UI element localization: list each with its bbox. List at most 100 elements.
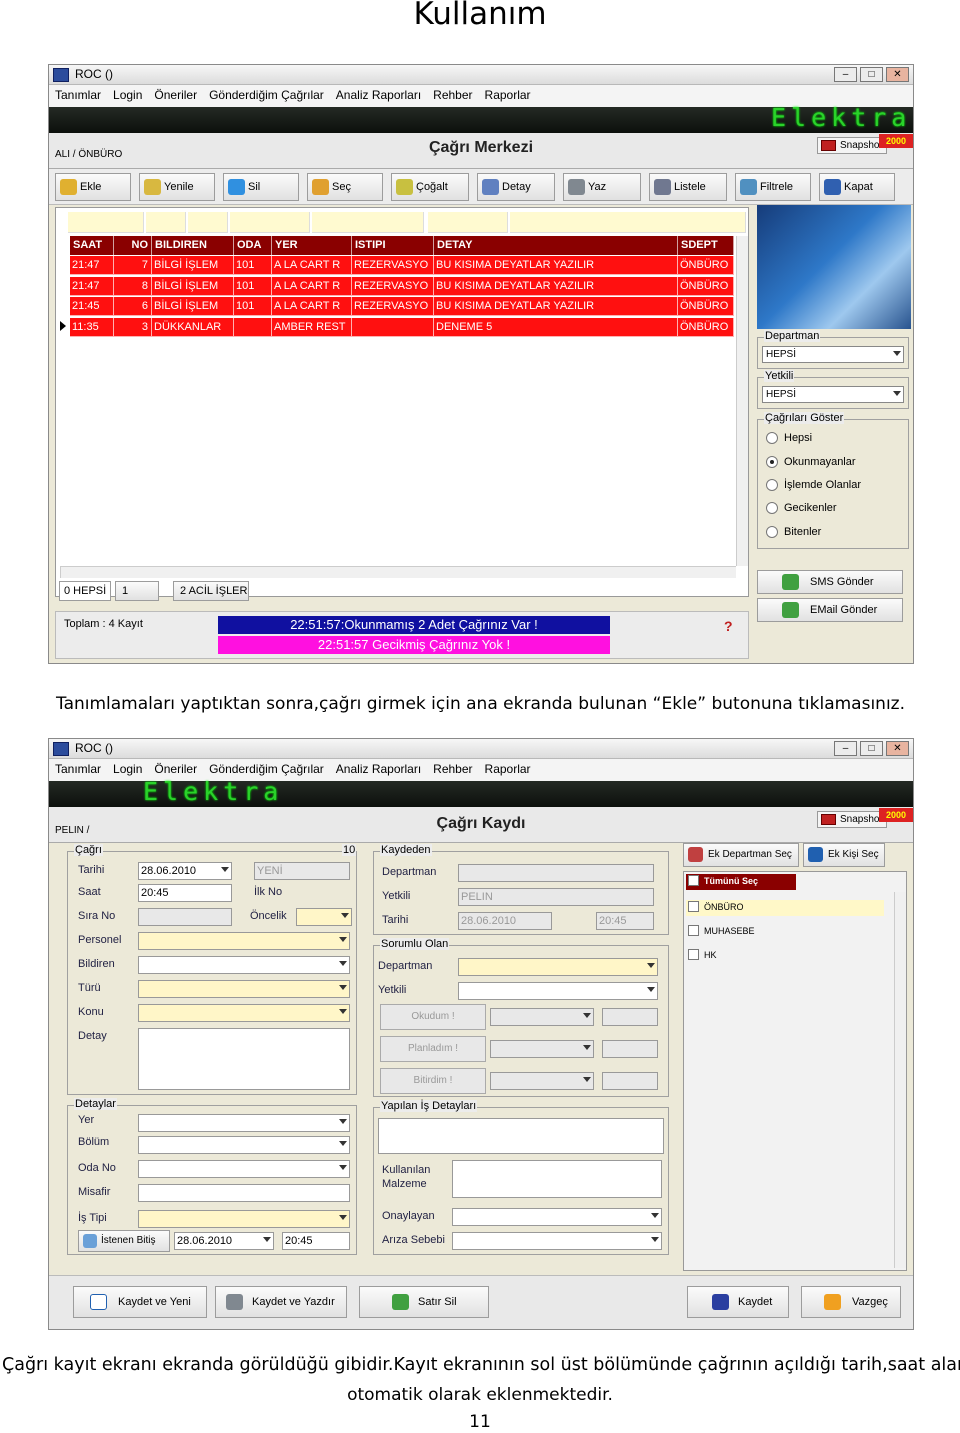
yaz-button[interactable]: Yaz — [563, 173, 641, 201]
menu-item-gonderdigim[interactable]: Gönderdiğim Çağrılar — [203, 759, 330, 779]
oncelik-select[interactable] — [296, 908, 352, 926]
call-grid[interactable]: SAAT NO BILDIREN ODA YER ISTIPI DETAY SD… — [55, 207, 749, 597]
sorumlu-yetkili-select[interactable] — [458, 982, 658, 1000]
filter-cell[interactable] — [510, 212, 746, 233]
is-tipi-select[interactable] — [138, 1210, 350, 1228]
grid-cell[interactable]: 3 — [114, 317, 152, 337]
grid-cell[interactable]: 101 — [234, 297, 272, 316]
snapshot-button[interactable]: Snapshot — [817, 137, 888, 154]
listele-button[interactable]: Listele — [649, 173, 727, 201]
istenen-saat-field[interactable]: 20:45 — [282, 1232, 350, 1250]
radio-gecikenler[interactable]: Gecikenler — [766, 502, 837, 514]
ek-departman-sec-button[interactable]: Ek Departman Seç — [683, 843, 799, 867]
col-header-detay[interactable]: DETAY — [434, 236, 678, 255]
grid-cell[interactable]: A LA CART R — [272, 256, 352, 275]
menu-item-gonderdigim[interactable]: Gönderdiğim Çağrılar — [203, 85, 330, 105]
yer-select[interactable] — [138, 1114, 350, 1132]
help-icon[interactable]: ? — [724, 618, 733, 634]
grid-cell[interactable]: REZERVASYO — [352, 297, 434, 316]
grid-cell[interactable]: BİLGİ İŞLEM — [152, 276, 234, 296]
grid-cell[interactable]: 8 — [114, 276, 152, 296]
col-header-saat[interactable]: SAAT — [70, 236, 114, 255]
menu-item-raporlar[interactable]: Raporlar — [479, 759, 537, 779]
filter-cell[interactable] — [68, 212, 144, 233]
filtrele-button[interactable]: Filtrele — [735, 173, 811, 201]
vazgec-button[interactable]: Vazgeç — [801, 1286, 901, 1318]
grid-cell[interactable]: 6 — [114, 297, 152, 316]
menu-item-oneriler[interactable]: Öneriler — [148, 85, 203, 105]
grid-cell[interactable]: REZERVASYO — [352, 256, 434, 275]
sil-button[interactable]: Sil — [223, 173, 299, 201]
detay-button[interactable]: Detay — [477, 173, 555, 201]
radio-hepsi[interactable]: Hepsi — [766, 432, 812, 444]
radio-bitenler[interactable]: Bitenler — [766, 526, 821, 538]
ariza-sebebi-select[interactable] — [452, 1232, 662, 1250]
satir-sil-button[interactable]: Satır Sil — [359, 1286, 489, 1318]
filter-cell[interactable] — [188, 212, 228, 233]
maximize-button[interactable]: □ — [860, 741, 883, 756]
grid-cell[interactable]: A LA CART R — [272, 276, 352, 296]
menu-item-login[interactable]: Login — [107, 759, 148, 779]
col-header-yer[interactable]: YER — [272, 236, 352, 255]
misafir-field[interactable] — [138, 1184, 350, 1202]
col-header-istipi[interactable]: ISTIPI — [352, 236, 434, 255]
sms-gonder-button[interactable]: SMS Gönder — [757, 570, 903, 594]
okudum-button[interactable]: Okudum ! — [380, 1004, 486, 1030]
grid-cell[interactable]: 21:47 — [70, 256, 114, 275]
departman-select[interactable]: HEPSİ — [762, 346, 904, 363]
grid-cell[interactable]: BU KISIMA DEYATLAR YAZILIR — [434, 297, 678, 316]
radio-islemde-olanlar[interactable]: İşlemde Olanlar — [766, 479, 861, 491]
yapilan-is-textarea[interactable] — [378, 1118, 664, 1154]
menu-item-raporlar[interactable]: Raporlar — [479, 85, 537, 105]
dept-list-scrollbar[interactable] — [894, 892, 906, 1268]
cogalt-button[interactable]: Çoğalt — [391, 173, 469, 201]
radio-okunmayanlar[interactable]: Okunmayanlar — [766, 456, 856, 468]
col-header-bildiren[interactable]: BILDIREN — [152, 236, 234, 255]
grid-cell[interactable]: 101 — [234, 276, 272, 296]
ek-kisi-sec-button[interactable]: Ek Kişi Seç — [803, 843, 885, 867]
col-header-no[interactable]: NO — [114, 236, 152, 255]
grid-cell[interactable]: BİLGİ İŞLEM — [152, 297, 234, 316]
horizontal-scrollbar[interactable] — [60, 566, 736, 578]
grid-cell[interactable]: ÖNBÜRO — [678, 317, 734, 337]
grid-cell[interactable]: ÖNBÜRO — [678, 256, 734, 275]
tab-hepsi[interactable]: 0 HEPSİ — [59, 581, 111, 601]
col-header-sdept[interactable]: SDEPT — [678, 236, 734, 255]
menu-item-analiz[interactable]: Analiz Raporları — [330, 759, 427, 779]
grid-cell[interactable]: DÜKKANLAR — [152, 317, 234, 337]
planladim-button[interactable]: Planladım ! — [380, 1036, 486, 1062]
minimize-button[interactable]: – — [834, 741, 857, 756]
malzeme-textarea[interactable] — [452, 1160, 662, 1198]
grid-cell[interactable] — [234, 317, 272, 337]
filter-cell[interactable] — [312, 212, 424, 233]
menu-item-login[interactable]: Login — [107, 85, 148, 105]
snapshot-button[interactable]: Snapshot — [817, 811, 888, 828]
tab-acil-isler[interactable]: 2 ACİL İŞLER — [173, 581, 249, 601]
turu-select[interactable] — [138, 980, 350, 998]
saat-field[interactable]: 20:45 — [138, 884, 232, 902]
minimize-button[interactable]: – — [834, 67, 857, 82]
grid-cell[interactable]: BU KISIMA DEYATLAR YAZILIR — [434, 276, 678, 296]
kaydet-button[interactable]: Kaydet — [687, 1286, 789, 1318]
sec-button[interactable]: Seç — [307, 173, 383, 201]
konu-select[interactable] — [138, 1004, 350, 1022]
grid-cell[interactable]: BİLGİ İŞLEM — [152, 256, 234, 275]
bitirdim-button[interactable]: Bitirdim ! — [380, 1068, 486, 1094]
grid-cell[interactable]: DENEME 5 — [434, 317, 678, 337]
dept-checkbox-hk[interactable]: HK — [686, 948, 717, 962]
grid-cell[interactable]: 7 — [114, 256, 152, 275]
grid-cell[interactable]: 101 — [234, 256, 272, 275]
kaydet-ve-yeni-button[interactable]: Kaydet ve Yeni — [73, 1286, 207, 1318]
personel-select[interactable] — [138, 932, 350, 950]
menu-item-analiz[interactable]: Analiz Raporları — [330, 85, 427, 105]
tumunu-sec-checkbox[interactable]: Tümünü Seç — [686, 874, 796, 890]
grid-cell[interactable]: AMBER REST — [272, 317, 352, 337]
maximize-button[interactable]: □ — [860, 67, 883, 82]
yetkili-select[interactable]: HEPSİ — [762, 386, 904, 403]
dept-checkbox-muhasebe[interactable]: MUHASEBE — [686, 924, 755, 938]
menu-item-tanimlar[interactable]: Tanımlar — [49, 759, 107, 779]
menu-item-rehber[interactable]: Rehber — [427, 759, 478, 779]
istenen-tarih-field[interactable]: 28.06.2010 — [174, 1232, 274, 1250]
kaydet-ve-yazdir-button[interactable]: Kaydet ve Yazdır — [215, 1286, 347, 1318]
sira-no-field[interactable] — [138, 908, 232, 926]
